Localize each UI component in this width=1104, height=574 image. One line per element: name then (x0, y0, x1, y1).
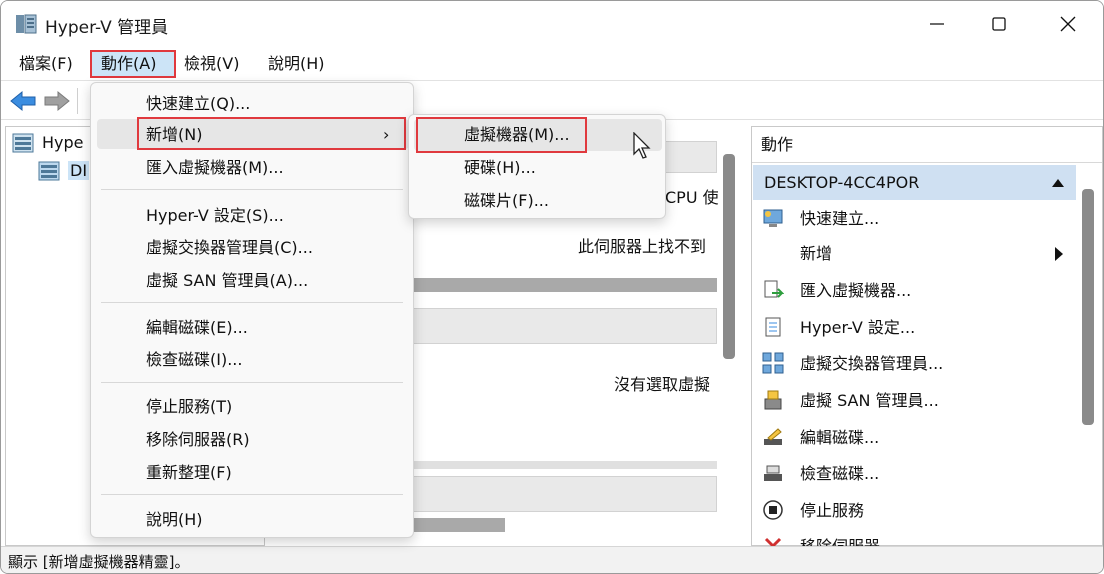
menu-item-import-vm[interactable]: 匯入虛擬機器(M)... (146, 156, 284, 180)
menu-action[interactable]: 動作(A) (101, 53, 156, 75)
mouse-cursor-icon (633, 132, 651, 159)
menu-separator (101, 189, 403, 190)
hyperv-server-icon (16, 14, 37, 34)
menu-item-edit-disk[interactable]: 編輯磁碟(E)... (146, 316, 248, 340)
server-section-label: DESKTOP-4CC4POR (764, 173, 920, 192)
menu-separator (101, 302, 403, 303)
center-vscrollbar[interactable] (723, 154, 735, 359)
title-bar: Hyper-V 管理員 (1, 1, 1103, 47)
maximize-icon (992, 17, 1006, 31)
edit-disk-icon (764, 428, 782, 445)
menu-view[interactable]: 檢視(V) (184, 53, 239, 75)
action-new[interactable]: 新增 (800, 242, 832, 266)
server-node-icon (38, 161, 60, 181)
status-text: 顯示 [新增虛擬機器精靈]。 (8, 553, 190, 571)
hyperv-manager-window: Hyper-V 管理員 檔案(F) 動作(A) 檢視(V) 說明(H) Hype… (0, 0, 1104, 574)
center-bottom-scrollbar[interactable] (405, 518, 505, 532)
forward-arrow-icon[interactable] (44, 90, 70, 112)
menu-item-refresh[interactable]: 重新整理(F) (146, 461, 232, 485)
no-selection-message: 沒有選取虛擬 (614, 375, 711, 394)
action-inspect-disk[interactable]: 檢查磁碟... (800, 462, 879, 486)
submenu-item-hard-disk[interactable]: 硬碟(H)... (464, 156, 536, 180)
action-quick-create[interactable]: 快速建立... (800, 207, 879, 231)
action-stop-service[interactable]: 停止服務 (800, 499, 864, 523)
actions-vscrollbar[interactable] (1082, 189, 1094, 425)
chevron-right-icon: › (383, 125, 390, 144)
server-section-header[interactable]: DESKTOP-4CC4POR (753, 165, 1076, 200)
menu-item-inspect-disk[interactable]: 檢查磁碟(I)... (146, 348, 242, 372)
action-virtual-switch-manager[interactable]: 虛擬交換器管理員... (800, 352, 943, 376)
tree-server-label[interactable]: DI (68, 161, 90, 180)
no-vm-message: 此伺服器上找不到 (578, 237, 707, 256)
tree-root-label[interactable]: Hype (42, 133, 84, 152)
minimize-icon (930, 23, 944, 25)
maximize-button[interactable] (968, 1, 1030, 47)
menu-separator (101, 494, 403, 495)
action-edit-disk[interactable]: 編輯磁碟... (800, 426, 879, 450)
menu-item-new[interactable]: 新增(N) (146, 123, 202, 147)
menu-item-virtual-switch[interactable]: 虛擬交換器管理員(C)... (146, 236, 313, 260)
menu-help[interactable]: 說明(H) (268, 53, 325, 75)
action-virtual-san-manager[interactable]: 虛擬 SAN 管理員... (800, 389, 939, 413)
new-submenu: 虛擬機器(M)... 硬碟(H)... 磁碟片(F)... (408, 114, 666, 219)
close-button[interactable] (1037, 1, 1099, 47)
action-dropdown-menu: 快速建立(Q)... 新增(N) › 匯入虛擬機器(M)... Hyper-V … (90, 82, 414, 538)
stop-service-icon (763, 500, 783, 520)
toolbar-separator (77, 88, 78, 114)
submenu-item-virtual-machine[interactable]: 虛擬機器(M)... (464, 123, 570, 147)
import-vm-icon (764, 280, 784, 298)
menu-bar: 檔案(F) 動作(A) 檢視(V) 說明(H) (1, 47, 1103, 81)
menu-separator (101, 382, 403, 383)
action-hyperv-settings[interactable]: Hyper-V 設定... (800, 316, 915, 340)
window-title: Hyper-V 管理員 (45, 18, 169, 38)
back-arrow-icon[interactable] (10, 90, 36, 112)
actions-pane: 動作 DESKTOP-4CC4POR 快速建立... 新增 匯入虛擬機器... … (751, 126, 1103, 556)
hyperv-root-icon (12, 133, 34, 153)
virtual-san-icon (764, 390, 782, 410)
quick-create-icon (763, 209, 783, 227)
submenu-arrow-icon (1055, 247, 1063, 261)
menu-item-remove-server[interactable]: 移除伺服器(R) (146, 428, 250, 452)
virtual-switch-icon (762, 352, 784, 374)
hyperv-settings-icon (765, 317, 781, 337)
minimize-button[interactable] (906, 1, 968, 47)
collapse-up-icon[interactable] (1052, 178, 1064, 187)
cpu-column-label: CPU 使 (665, 188, 719, 207)
menu-file[interactable]: 檔案(F) (19, 53, 73, 75)
close-icon (1060, 16, 1076, 32)
menu-item-quick-create[interactable]: 快速建立(Q)... (146, 92, 250, 116)
inspect-disk-icon (764, 465, 782, 481)
submenu-item-floppy-disk[interactable]: 磁碟片(F)... (464, 189, 549, 213)
menu-item-stop-service[interactable]: 停止服務(T) (146, 395, 232, 419)
menu-item-help[interactable]: 說明(H) (146, 508, 203, 532)
actions-pane-title: 動作 (752, 127, 1102, 163)
status-bar: 顯示 [新增虛擬機器精靈]。 (1, 546, 1103, 573)
action-import-vm[interactable]: 匯入虛擬機器... (800, 279, 911, 303)
menu-item-virtual-san[interactable]: 虛擬 SAN 管理員(A)... (146, 269, 308, 293)
menu-item-hyperv-settings[interactable]: Hyper-V 設定(S)... (146, 204, 284, 228)
